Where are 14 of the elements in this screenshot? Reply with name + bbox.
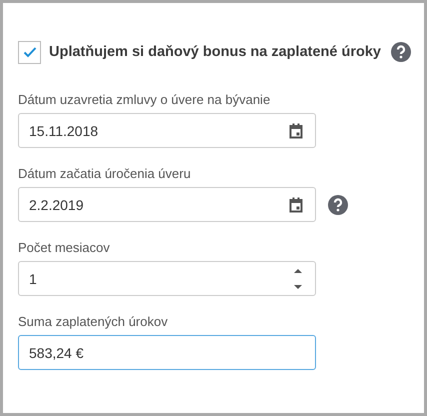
help-icon[interactable] xyxy=(390,42,411,62)
field-label: Dátum začatia úročenia úveru xyxy=(18,166,192,182)
calendar-icon[interactable] xyxy=(289,196,303,212)
input-field[interactable]: 2.2.2019 xyxy=(18,187,316,222)
help-icon[interactable] xyxy=(328,194,348,214)
field-label: Počet mesiacov xyxy=(18,240,111,256)
checkbox[interactable] xyxy=(18,40,41,64)
field-label: Dátum uzavretia zmluvy o úvere na bývanie xyxy=(18,92,272,108)
checkbox-label: Uplatňujem si daňový bonus na zaplatené úroky xyxy=(49,44,381,60)
input-field[interactable]: 583,24 € xyxy=(18,335,316,370)
input-field[interactable]: 15.11.2018 xyxy=(18,113,316,148)
calendar-icon[interactable] xyxy=(289,122,303,138)
input-field[interactable]: 1 xyxy=(18,261,316,296)
field-label: Suma zaplatených úrokov xyxy=(18,314,169,330)
